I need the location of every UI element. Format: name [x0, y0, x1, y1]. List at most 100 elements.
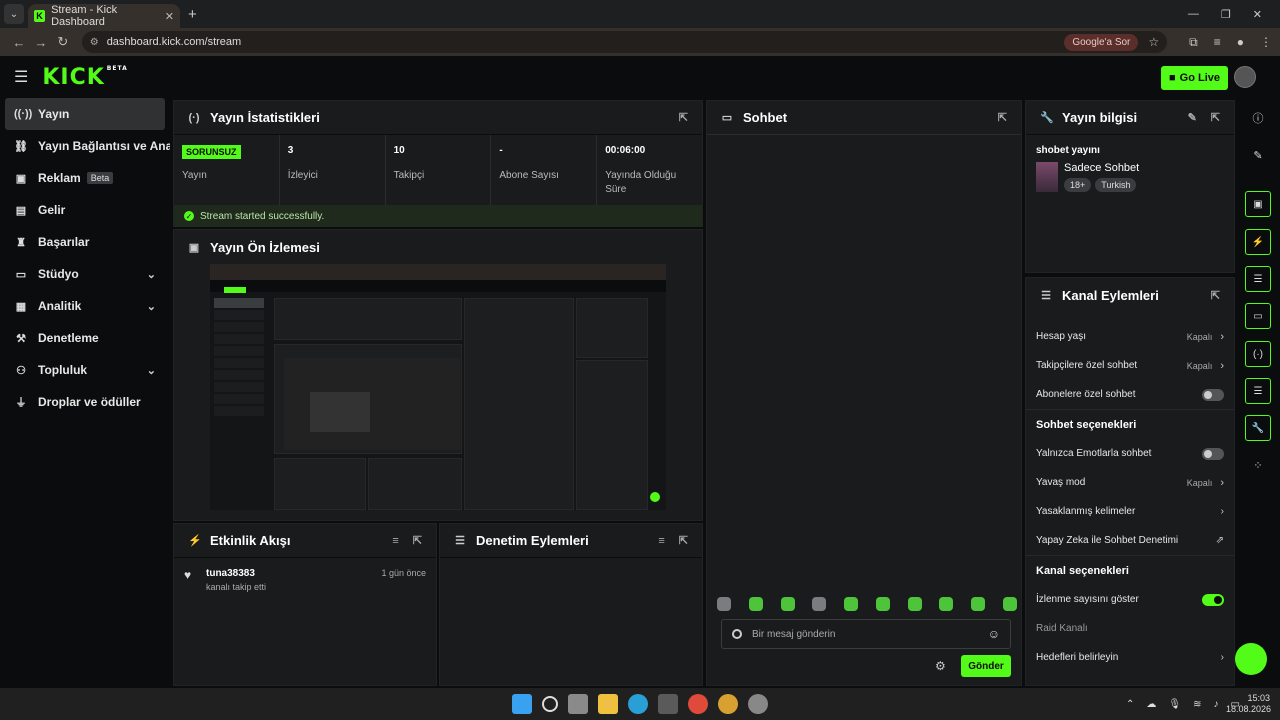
- sidebar-item-stream-key[interactable]: ⛓ Yayın Bağlantısı ve Anahtar: [0, 130, 170, 162]
- emote-icon[interactable]: [875, 597, 890, 611]
- banned-words-row[interactable]: Yasaklanmış kelimeler ›: [1026, 497, 1234, 526]
- restore-icon[interactable]: ❐: [1221, 8, 1231, 21]
- bookmark-star-icon[interactable]: ☆: [1148, 35, 1159, 49]
- chat-identity-icon[interactable]: [732, 629, 742, 639]
- browser-tab[interactable]: K Stream - Kick Dashboard ✕: [28, 4, 180, 28]
- wrench-icon: 🔧: [1040, 112, 1054, 124]
- chat-message-input[interactable]: Bir mesaj gönderin ☺: [721, 619, 1011, 649]
- wrench-icon[interactable]: 🔧: [1245, 415, 1271, 441]
- emote-icon[interactable]: [717, 597, 731, 611]
- popout-icon[interactable]: ⇱: [679, 111, 688, 124]
- list-icon[interactable]: ☰: [1245, 266, 1271, 292]
- emote-icon[interactable]: [971, 597, 986, 611]
- site-info-icon[interactable]: ⚙: [90, 37, 99, 48]
- sidebar-item-reklam[interactable]: ▣ Reklam Beta: [0, 162, 170, 194]
- sidebar-item-basarilar[interactable]: ♜ Başarılar: [0, 226, 170, 258]
- chat-icon[interactable]: ▭: [1245, 303, 1271, 329]
- volume-icon[interactable]: ♪: [1213, 699, 1218, 710]
- obs-icon[interactable]: [748, 694, 768, 714]
- emoji-icon[interactable]: ☺: [988, 627, 1000, 641]
- preview-taskbar: [210, 510, 666, 520]
- ai-moderation-row[interactable]: Yapay Zeka ile Sohbet Denetimi ⇗: [1026, 526, 1234, 555]
- sidebar-item-gelir[interactable]: ▤ Gelir: [0, 194, 170, 226]
- stat-value: 3: [287, 145, 294, 156]
- preview-toggle-icon[interactable]: ▣: [1245, 191, 1271, 217]
- follower-name[interactable]: tuna38383: [206, 568, 266, 579]
- raid-channel-row[interactable]: Raid Kanalı: [1026, 614, 1234, 643]
- go-live-button[interactable]: ■ Go Live: [1161, 66, 1228, 90]
- emote-icon[interactable]: [812, 597, 827, 611]
- tray-chevron-icon[interactable]: ⌃: [1126, 699, 1134, 710]
- followers-only-row[interactable]: Takipçilere özel sohbet Kapalı ›: [1026, 351, 1234, 380]
- filter-icon[interactable]: ≡: [658, 535, 664, 547]
- edge-icon[interactable]: [628, 694, 648, 714]
- sidebar-item-studyo[interactable]: ▭ Stüdyo ⌄: [0, 258, 170, 290]
- address-bar[interactable]: ⚙ dashboard.kick.com/stream Google'a Sor…: [81, 31, 1168, 53]
- task-view-icon[interactable]: [568, 694, 588, 714]
- wifi-icon[interactable]: ≋: [1193, 699, 1201, 710]
- edit-icon[interactable]: ✎: [1245, 142, 1271, 168]
- emote-only-toggle[interactable]: [1202, 447, 1224, 460]
- chrome-profile-icon[interactable]: [718, 694, 738, 714]
- file-explorer-icon[interactable]: [598, 694, 618, 714]
- new-tab-icon[interactable]: +: [188, 6, 197, 23]
- media-icon[interactable]: ≡: [1214, 35, 1221, 50]
- popout-icon[interactable]: ⇱: [998, 111, 1007, 124]
- filter-icon[interactable]: ≡: [392, 535, 398, 547]
- mic-icon[interactable]: 🎙: [1168, 699, 1181, 710]
- search-icon[interactable]: [542, 696, 558, 712]
- emote-icon[interactable]: [844, 597, 859, 611]
- sidebar-item-denetleme[interactable]: ⚒ Denetleme: [0, 322, 170, 354]
- trophy-icon: ♜: [16, 236, 26, 249]
- start-icon[interactable]: [512, 694, 532, 714]
- send-button[interactable]: Gönder: [961, 655, 1011, 677]
- popout-icon[interactable]: ⇱: [679, 534, 688, 547]
- subs-only-toggle[interactable]: [1202, 388, 1224, 401]
- sidebar-item-topluluk[interactable]: ⚇ Topluluk ⌄: [0, 354, 170, 386]
- show-viewers-toggle[interactable]: [1202, 593, 1224, 606]
- profile-icon[interactable]: ●: [1237, 35, 1244, 50]
- goals-row[interactable]: Hedefleri belirleyin ›: [1026, 643, 1234, 672]
- sidebar-item-analitik[interactable]: ▦ Analitik ⌄: [0, 290, 170, 322]
- sidebar-item-droplar[interactable]: ⏚ Droplar ve ödüller: [0, 386, 170, 418]
- info-icon[interactable]: ⓘ: [1245, 105, 1271, 131]
- emote-only-row: Yalnızca Emotlarla sohbet: [1026, 439, 1234, 468]
- google-ask-chip[interactable]: Google'a Sor: [1064, 33, 1139, 51]
- preview-sidebar: [210, 296, 268, 520]
- reload-icon[interactable]: ↻: [52, 34, 74, 50]
- tab-close-icon[interactable]: ✕: [165, 10, 174, 23]
- broadcast-icon[interactable]: (·): [1245, 341, 1271, 367]
- emote-icon[interactable]: [907, 597, 922, 611]
- slow-mode-row[interactable]: Yavaş mod Kapalı ›: [1026, 468, 1234, 497]
- store-icon[interactable]: [658, 694, 678, 714]
- popout-icon[interactable]: ⇱: [413, 534, 422, 547]
- extensions-icon[interactable]: ⧉: [1189, 35, 1198, 50]
- clock[interactable]: 15:03 18.08.2026: [1226, 693, 1271, 715]
- menu-icon[interactable]: ⋮: [1260, 35, 1272, 50]
- hamburger-menu-icon[interactable]: ☰: [14, 67, 28, 87]
- floating-action-button[interactable]: [1235, 643, 1267, 675]
- emote-icon[interactable]: [748, 597, 763, 611]
- kick-logo[interactable]: KICK BETA: [42, 65, 127, 90]
- emote-icon[interactable]: [780, 597, 795, 611]
- account-age-row[interactable]: Hesap yaşı Kapalı ›: [1026, 322, 1234, 351]
- widgets-icon[interactable]: ⁘: [1245, 452, 1271, 478]
- sidebar-item-yayin[interactable]: ((·)) Yayın: [5, 98, 165, 130]
- window-close-icon[interactable]: ✕: [1253, 8, 1262, 21]
- emote-icon[interactable]: [939, 597, 954, 611]
- cloud-icon[interactable]: ☁: [1146, 699, 1156, 710]
- tab-list-button[interactable]: ⌄: [4, 4, 24, 24]
- edit-icon[interactable]: ✎: [1188, 111, 1197, 124]
- chrome-icon[interactable]: [688, 694, 708, 714]
- channel-icon[interactable]: ☰: [1245, 378, 1271, 404]
- minimize-icon[interactable]: —: [1188, 8, 1199, 21]
- gear-icon[interactable]: ⚙: [935, 659, 946, 673]
- back-icon[interactable]: ←: [8, 35, 30, 50]
- emote-icon[interactable]: [1002, 597, 1017, 611]
- popout-icon[interactable]: ⇱: [1211, 111, 1220, 124]
- forward-icon[interactable]: →: [30, 35, 52, 50]
- avatar[interactable]: [1234, 66, 1256, 88]
- stream-preview-video[interactable]: [210, 264, 666, 520]
- popout-icon[interactable]: ⇱: [1211, 289, 1220, 302]
- lightning-icon[interactable]: ⚡: [1245, 229, 1271, 255]
